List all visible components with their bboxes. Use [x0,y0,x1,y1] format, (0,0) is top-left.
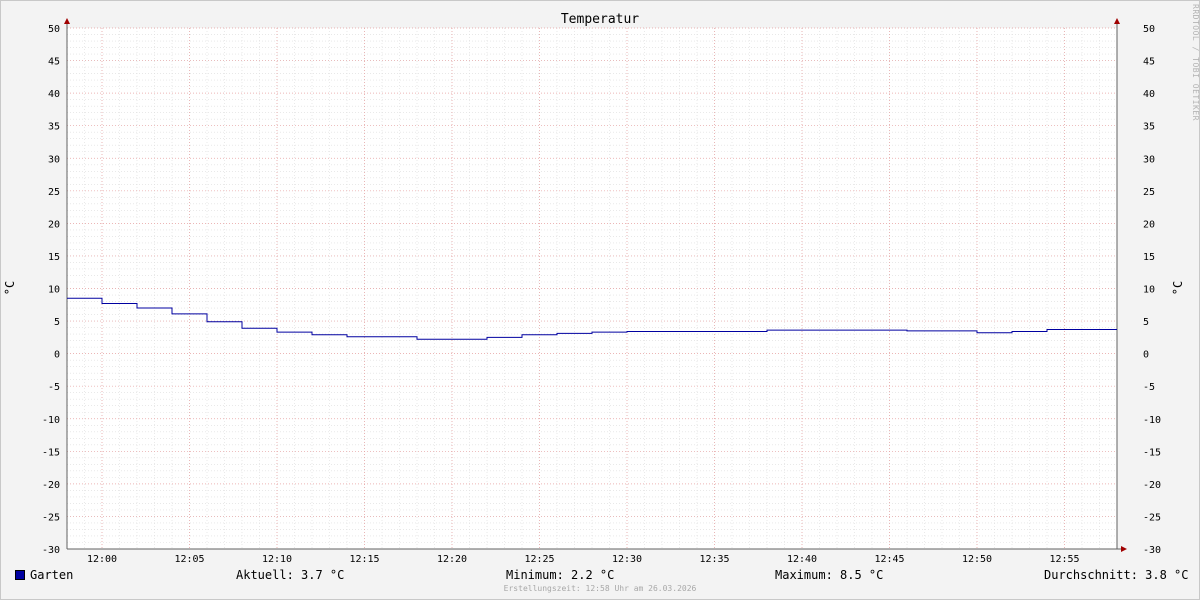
y-axis-arrow-right [1114,18,1120,24]
y-tick-label-right: 45 [1143,57,1155,68]
y-tick-label-left: 10 [48,285,60,296]
y-tick-label-left: -20 [42,480,60,491]
y-tick-label-left: -5 [48,382,60,393]
y-tick-label-left: 5 [54,317,60,328]
temperature-chart: 50 5045 4540 4035 3530 3025 2520 2015 1510 105 50 0… [3,12,1185,565]
chart-title: Temperatur [561,12,639,27]
watermark: RRDTOOL / TOBI OETIKER [1191,4,1200,121]
y-tick-label-left: -15 [42,447,60,458]
y-tick-label-left: 40 [48,89,60,100]
y-tick-label-right: 10 [1143,285,1155,296]
y-axis-label-left: °C [3,281,17,295]
y-axis-arrow-left [64,18,70,24]
x-tick-label: 12:20 [437,554,467,565]
x-tick-label: 12:35 [699,554,729,565]
legend-maximum: Maximum: 8.5 °C [775,568,884,582]
grid [66,27,1118,550]
x-tick-label: 12:40 [787,554,817,565]
y-tick-label-right: 25 [1143,187,1155,198]
x-axis-arrow [1121,546,1127,552]
x-tick-label: 12:45 [874,554,904,565]
y-tick-label-right: 5 [1143,317,1149,328]
y-tick-label-right: 0 [1143,350,1149,361]
y-tick-label-left: -30 [42,545,60,556]
y-tick-label-right: 30 [1143,154,1155,165]
y-tick-label-right: -10 [1143,415,1161,426]
y-tick-label-right: 20 [1143,219,1155,230]
y-tick-label-left: 50 [48,24,60,35]
y-tick-label-left: 45 [48,57,60,68]
y-tick-label-left: 25 [48,187,60,198]
y-tick-label-right: -25 [1143,512,1161,523]
legend-series-name: Garten [30,568,74,582]
y-tick-label-left: 35 [48,122,60,133]
y-axis-label-right: °C [1171,281,1185,295]
legend-average: Durchschnitt: 3.8 °C [1044,568,1189,582]
y-tick-label-right: 50 [1143,24,1155,35]
y-tick-label-right: -20 [1143,480,1161,491]
y-tick-label-left: -25 [42,512,60,523]
y-tick-label-left: 20 [48,219,60,230]
x-tick-label: 12:50 [962,554,992,565]
y-tick-label-left: -10 [42,415,60,426]
y-tick-label-right: -30 [1143,545,1161,556]
y-tick-label-right: 35 [1143,122,1155,133]
y-tick-label-right: -15 [1143,447,1161,458]
legend-swatch [15,570,25,580]
x-tick-label: 12:05 [174,554,204,565]
y-tick-label-left: 30 [48,154,60,165]
y-tick-label-right: 15 [1143,252,1155,263]
legend-current: Aktuell: 3.7 °C [236,568,345,582]
x-tick-label: 12:30 [612,554,642,565]
x-tick-label: 12:10 [262,554,292,565]
x-tick-label: 12:15 [349,554,379,565]
y-tick-label-right: 40 [1143,89,1155,100]
footer-timestamp: Erstellungszeit: 12:58 Uhr am 26.03.2026 [503,584,697,593]
legend: Garten Aktuell: 3.7 °C Minimum: 2.2 °C M… [0,566,1200,586]
y-tick-label-left: 0 [54,350,60,361]
y-tick-label-left: 15 [48,252,60,263]
x-tick-label: 12:00 [87,554,117,565]
x-tick-label: 12:55 [1049,554,1079,565]
x-tick-label: 12:25 [524,554,554,565]
y-tick-label-right: -5 [1143,382,1155,393]
legend-minimum: Minimum: 2.2 °C [506,568,615,582]
